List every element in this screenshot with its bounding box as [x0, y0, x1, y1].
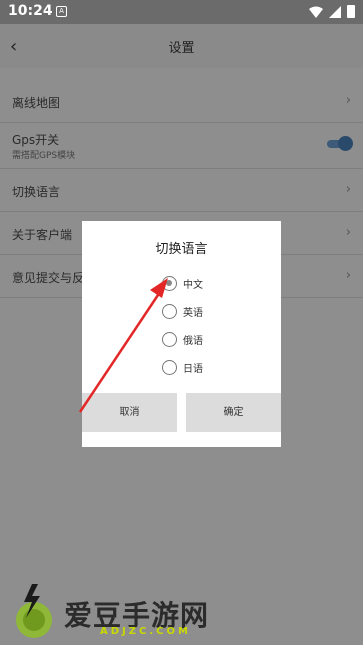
wifi-icon — [309, 6, 323, 18]
chevron-right-icon: › — [345, 93, 351, 108]
settings-item-label: 离线地图 — [12, 96, 61, 110]
settings-item-sublabel: 需搭配GPS模块 — [12, 151, 76, 161]
settings-item-offline-map[interactable]: 离线地图 › — [0, 80, 363, 123]
option-label: 英语 — [183, 307, 203, 319]
watermark-url: ADJZC.COM — [100, 626, 191, 637]
settings-item-label: 意见提交与反 — [12, 271, 85, 285]
gps-toggle[interactable] — [327, 136, 353, 151]
language-dialog: 切换语言 中文 英语 俄语 日语 取消 确定 — [82, 221, 281, 447]
radio-icon[interactable] — [162, 303, 177, 319]
radio-selected-icon[interactable] — [162, 275, 177, 291]
radio-icon[interactable] — [162, 331, 177, 347]
settings-item-label: 关于客户端 — [12, 228, 73, 242]
signal-icon — [329, 5, 341, 18]
language-option-english[interactable]: 英语 — [162, 301, 203, 321]
option-label: 中文 — [183, 279, 203, 291]
settings-item-label: 切换语言 — [12, 185, 61, 199]
chevron-right-icon: › — [345, 268, 351, 283]
status-bar: 10:24 A — [0, 0, 363, 24]
status-icons — [309, 5, 355, 18]
cancel-button[interactable]: 取消 — [82, 393, 177, 432]
language-option-japanese[interactable]: 日语 — [162, 357, 203, 377]
page-title: 设置 — [168, 41, 195, 56]
option-label: 俄语 — [183, 335, 203, 347]
chevron-right-icon: › — [345, 225, 351, 240]
dialog-title: 切换语言 — [155, 242, 208, 257]
battery-icon — [347, 5, 355, 18]
status-time: 10:24 — [8, 3, 53, 19]
chevron-right-icon: › — [345, 182, 351, 197]
watermark: 爱豆手游网 ADJZC.COM — [10, 582, 260, 642]
app-bar: ‹ 设置 — [0, 24, 363, 68]
toggle-knob — [338, 136, 353, 151]
language-option-russian[interactable]: 俄语 — [162, 329, 203, 349]
option-label: 日语 — [183, 363, 203, 375]
settings-item-language[interactable]: 切换语言 › — [0, 169, 363, 212]
notification-icon: A — [56, 6, 67, 17]
radio-icon[interactable] — [162, 359, 177, 375]
language-option-chinese[interactable]: 中文 — [162, 273, 203, 293]
settings-item-gps[interactable]: Gps开关 需搭配GPS模块 — [0, 123, 363, 169]
watermark-logo-icon — [16, 584, 52, 638]
settings-item-label: Gps开关 — [12, 133, 60, 147]
confirm-button[interactable]: 确定 — [186, 393, 281, 432]
